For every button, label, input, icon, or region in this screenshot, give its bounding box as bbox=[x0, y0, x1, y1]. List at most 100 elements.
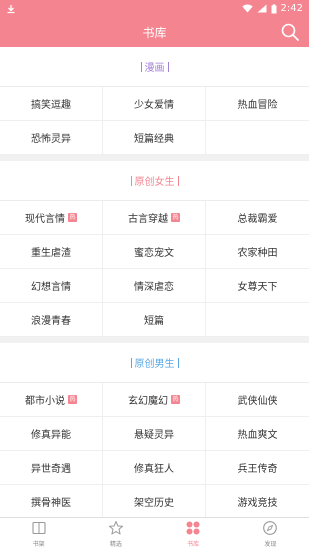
category-label: 情深虐恋 bbox=[134, 282, 174, 293]
category-label: 兵王传奇 bbox=[237, 464, 278, 475]
section-divider bbox=[130, 175, 132, 186]
category-label: 幻想言情 bbox=[31, 282, 71, 293]
hot-badge: 热 bbox=[68, 213, 77, 222]
category-label: 农家种田 bbox=[237, 248, 278, 259]
category-item[interactable]: 修真异能 bbox=[0, 417, 103, 451]
category-item[interactable]: 游戏竞技 bbox=[206, 485, 309, 517]
category-label: 热血冒险 bbox=[237, 100, 278, 111]
search-icon[interactable] bbox=[280, 22, 300, 42]
category-item[interactable]: 少女爱情 bbox=[103, 87, 206, 121]
tab-discover[interactable]: 发现 bbox=[232, 518, 309, 550]
status-time: 2:42 bbox=[280, 3, 303, 14]
section-divider bbox=[177, 357, 179, 368]
category-item[interactable]: 短篇 bbox=[103, 303, 206, 337]
category-item[interactable]: 古言穿越热 bbox=[103, 201, 206, 235]
category-item[interactable]: 架空历史 bbox=[103, 485, 206, 517]
section-divider bbox=[167, 61, 169, 72]
section-header: 原创女生 bbox=[0, 161, 309, 201]
library-icon bbox=[185, 520, 201, 539]
library-content[interactable]: 漫画 搞笑逗趣 少女爱情 热血冒险 恐怖灵异 短篇经典 原创女生 现代言情热古言穿越热总裁霸爱… bbox=[0, 47, 309, 517]
battery-icon bbox=[271, 3, 277, 14]
category-item[interactable]: 搞笑逗趣 bbox=[0, 87, 103, 121]
category-label: 异世奇遇 bbox=[31, 464, 71, 475]
section-divider bbox=[177, 175, 179, 186]
tab-label: 书库 bbox=[187, 541, 200, 548]
category-label: 短篇经典 bbox=[134, 134, 174, 145]
tab-label: 书架 bbox=[32, 541, 45, 548]
section-divider bbox=[130, 357, 132, 368]
hot-badge: 热 bbox=[171, 213, 180, 222]
category-item[interactable]: 都市小说热 bbox=[0, 383, 103, 417]
category-label: 游戏竞技 bbox=[237, 498, 278, 509]
signal-icon bbox=[257, 4, 267, 13]
bottom-tab-bar: 书架 精选 书库 发现 bbox=[0, 517, 309, 550]
category-item[interactable]: 情深虐恋 bbox=[103, 269, 206, 303]
category-item[interactable]: 撰骨神医 bbox=[0, 485, 103, 517]
tab-bookshelf[interactable]: 书架 bbox=[0, 518, 77, 550]
category-label: 恐怖灵异 bbox=[31, 134, 71, 145]
category-item[interactable]: 蜜恋宠文 bbox=[103, 235, 206, 269]
title-bar: 书库 bbox=[0, 17, 309, 47]
category-grid: 现代言情热古言穿越热总裁霸爱 重生虐渣 蜜恋宠文 农家种田 幻想言情 情深虐恋 女尊天下 浪漫… bbox=[0, 201, 309, 337]
category-section: 漫画搞笑逗趣 少女爱情 热血冒险恐怖灵异 短篇经典 bbox=[0, 47, 309, 155]
download-icon bbox=[6, 4, 16, 14]
section-divider bbox=[140, 61, 142, 72]
category-label: 武侠仙侠 bbox=[237, 396, 278, 407]
category-label: 架空历史 bbox=[134, 498, 174, 509]
status-bar: 2:42 bbox=[0, 0, 309, 17]
hot-badge: 热 bbox=[171, 395, 180, 404]
category-label: 蜜恋宠文 bbox=[134, 248, 174, 259]
category-label: 玄幻魔幻 bbox=[128, 396, 168, 407]
category-item[interactable]: 总裁霸爱 bbox=[206, 201, 309, 235]
category-item[interactable]: 热血冒险 bbox=[206, 87, 309, 121]
category-label: 悬疑灵异 bbox=[134, 430, 174, 441]
section-header: 原创男生 bbox=[0, 343, 309, 383]
category-item bbox=[206, 121, 309, 155]
category-item[interactable]: 女尊天下 bbox=[206, 269, 309, 303]
hot-badge: 热 bbox=[68, 395, 77, 404]
category-item[interactable]: 修真狂人 bbox=[103, 451, 206, 485]
category-label: 短篇 bbox=[144, 316, 164, 327]
category-label: 女尊天下 bbox=[237, 282, 278, 293]
category-item[interactable]: 农家种田 bbox=[206, 235, 309, 269]
category-label: 都市小说 bbox=[25, 396, 65, 407]
category-item[interactable]: 现代言情热 bbox=[0, 201, 103, 235]
category-item[interactable]: 热血爽文 bbox=[206, 417, 309, 451]
category-label: 现代言情 bbox=[25, 214, 65, 225]
category-label: 撰骨神医 bbox=[31, 498, 71, 509]
category-label: 少女爱情 bbox=[134, 100, 174, 111]
wifi-icon bbox=[241, 4, 253, 13]
category-item[interactable]: 悬疑灵异 bbox=[103, 417, 206, 451]
category-item[interactable]: 兵王传奇 bbox=[206, 451, 309, 485]
bookshelf-icon bbox=[31, 520, 47, 539]
category-item[interactable]: 浪漫青春 bbox=[0, 303, 103, 337]
category-label: 重生虐渣 bbox=[31, 248, 71, 259]
tab-label: 精选 bbox=[109, 541, 122, 548]
category-item[interactable]: 恐怖灵异 bbox=[0, 121, 103, 155]
category-item bbox=[206, 303, 309, 337]
category-label: 搞笑逗趣 bbox=[31, 100, 71, 111]
tab-library[interactable]: 书库 bbox=[155, 518, 232, 550]
tab-featured[interactable]: 精选 bbox=[77, 518, 154, 550]
category-label: 古言穿越 bbox=[128, 214, 168, 225]
category-item[interactable]: 短篇经典 bbox=[103, 121, 206, 155]
compass-icon bbox=[262, 520, 278, 539]
category-section: 原创男生 都市小说热玄幻魔幻热武侠仙侠 修真异能 悬疑灵异 热血爽文 异世奇遇 修真狂人 兵王… bbox=[0, 343, 309, 517]
category-label: 修真狂人 bbox=[134, 464, 174, 475]
section-title: 原创男生 bbox=[134, 359, 175, 370]
page-title: 书库 bbox=[142, 25, 167, 40]
category-item[interactable]: 异世奇遇 bbox=[0, 451, 103, 485]
category-item[interactable]: 武侠仙侠 bbox=[206, 383, 309, 417]
category-grid: 都市小说热玄幻魔幻热武侠仙侠 修真异能 悬疑灵异 热血爽文 异世奇遇 修真狂人 兵王传奇 撰骨… bbox=[0, 383, 309, 517]
category-label: 修真异能 bbox=[31, 430, 71, 441]
category-section: 原创女生 现代言情热古言穿越热总裁霸爱 重生虐渣 蜜恋宠文 农家种田 幻想言情 情深虐恋 女尊… bbox=[0, 161, 309, 337]
category-item[interactable]: 玄幻魔幻热 bbox=[103, 383, 206, 417]
category-label: 热血爽文 bbox=[237, 430, 278, 441]
tab-label: 发现 bbox=[264, 541, 277, 548]
category-grid: 搞笑逗趣 少女爱情 热血冒险恐怖灵异 短篇经典 bbox=[0, 87, 309, 155]
category-label: 总裁霸爱 bbox=[237, 214, 278, 225]
category-item[interactable]: 幻想言情 bbox=[0, 269, 103, 303]
section-header: 漫画 bbox=[0, 47, 309, 87]
category-item[interactable]: 重生虐渣 bbox=[0, 235, 103, 269]
section-title: 原创女生 bbox=[134, 177, 175, 188]
